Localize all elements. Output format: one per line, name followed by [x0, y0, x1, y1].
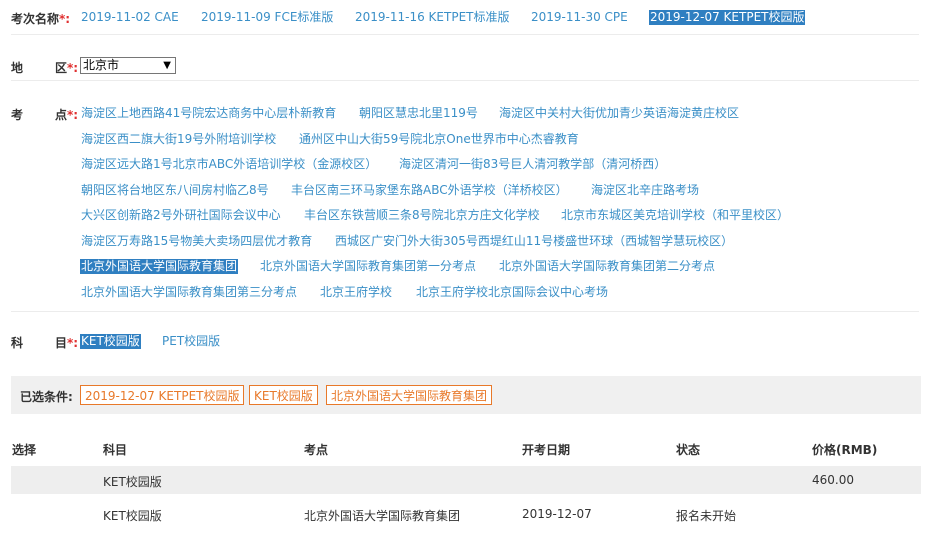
table-header-status: 状态: [676, 443, 701, 457]
table-header-price: 价格(RMB): [812, 443, 878, 457]
venue-label-b: 点: [55, 108, 68, 122]
venue-option[interactable]: 海淀区北辛庄路考场: [591, 183, 699, 198]
exam-option-cpe[interactable]: 2019-11-30 CPE: [531, 10, 628, 25]
exam-session-label-text: 考次名称: [11, 12, 60, 26]
table-header-date: 开考日期: [522, 443, 571, 457]
required-mark: *:: [67, 61, 79, 75]
venue-label-a: 考: [11, 108, 24, 122]
exam-option-ketpet-school[interactable]: 2019-12-07 KETPET校园版: [649, 10, 806, 25]
venue-label: 考 点*:: [11, 106, 78, 123]
venue-option[interactable]: 丰台区东铁营顺三条8号院北京方庄文化学校: [304, 208, 540, 223]
selected-conditions-label: 已选条件:: [20, 390, 73, 404]
region-select-value: 北京市: [83, 58, 120, 72]
exam-option-cae[interactable]: 2019-11-02 CAE: [81, 10, 179, 25]
region-label-a: 地: [11, 61, 24, 75]
venue-option[interactable]: 海淀区西二旗大街19号外附培训学校: [81, 132, 276, 147]
venue-option[interactable]: 通州区中山大街59号院北京One世界市中心杰睿教育: [299, 132, 579, 147]
venue-option[interactable]: 北京王府学校: [320, 285, 392, 300]
region-select[interactable]: 北京市 ▼: [80, 57, 176, 74]
venue-option[interactable]: 北京外国语大学国际教育集团第一分考点: [260, 259, 476, 274]
region-label: 地 区*:: [11, 59, 78, 76]
venue-option[interactable]: 丰台区南三环马家堡东路ABC外语学校（洋桥校区）: [291, 183, 568, 198]
venue-option[interactable]: 海淀区中关村大街优加青少英语海淀黄庄校区: [499, 106, 739, 121]
venue-option[interactable]: 朝阳区将台地区东八间房村临乙8号: [81, 183, 269, 198]
condition-chip-venue[interactable]: 北京外国语大学国际教育集团: [326, 385, 493, 405]
table-header-venue: 考点: [304, 443, 329, 457]
condition-chip-exam[interactable]: 2019-12-07 KETPET校园版: [80, 385, 245, 405]
divider: [11, 311, 919, 312]
subject-label: 科 目*:: [11, 334, 78, 351]
required-mark: *:: [67, 108, 79, 122]
table-header-subject: 科目: [103, 443, 128, 457]
selected-conditions-bar: 已选条件: 2019-12-07 KETPET校园版 KET校园版 北京外国语大…: [11, 376, 921, 414]
exam-option-fce[interactable]: 2019-11-09 FCE标准版: [201, 10, 333, 25]
subject-option-ket[interactable]: KET校园版: [80, 334, 141, 349]
venue-option[interactable]: 大兴区创新路2号外研社国际会议中心: [81, 208, 281, 223]
venue-option[interactable]: 海淀区清河一街83号巨人清河教学部（清河桥西）: [399, 157, 666, 172]
venue-option[interactable]: 海淀区远大路1号北京市ABC外语培训学校（金源校区）: [81, 157, 377, 172]
table-cell-venue: 北京外国语大学国际教育集团: [304, 509, 461, 523]
divider: [11, 34, 919, 35]
required-mark: *:: [59, 12, 71, 26]
venue-option-selected[interactable]: 北京外国语大学国际教育集团: [80, 259, 239, 274]
table-cell-subject: KET校园版: [103, 475, 162, 489]
venue-option[interactable]: 西城区广安门外大街305号西堤红山11号楼盛世环球（西城智学慧玩校区）: [335, 234, 733, 249]
subject-option-pet[interactable]: PET校园版: [162, 334, 220, 349]
table-cell-subject: KET校园版: [103, 509, 162, 523]
divider: [11, 80, 919, 81]
exam-session-label: 考次名称*:: [11, 10, 70, 27]
dropdown-arrow-icon: ▼: [163, 60, 171, 71]
table-header-select: 选择: [12, 443, 37, 457]
table-cell-status: 报名未开始: [676, 509, 737, 523]
condition-chip-subject[interactable]: KET校园版: [249, 385, 318, 405]
exam-option-ketpet-standard[interactable]: 2019-11-16 KETPET标准版: [355, 10, 509, 25]
table-cell-price: 460.00: [812, 473, 854, 487]
venue-option[interactable]: 北京外国语大学国际教育集团第三分考点: [81, 285, 297, 300]
table-cell-date: 2019-12-07: [522, 507, 592, 521]
region-label-b: 区: [55, 61, 68, 75]
venue-option[interactable]: 海淀区万寿路15号物美大卖场四层优才教育: [81, 234, 312, 249]
venue-option[interactable]: 北京市东城区美克培训学校（和平里校区）: [561, 208, 789, 223]
venue-option[interactable]: 朝阳区慧忠北里119号: [359, 106, 478, 121]
venue-option[interactable]: 海淀区上地西路41号院宏达商务中心层朴新教育: [81, 106, 336, 121]
subject-label-a: 科: [11, 336, 24, 350]
subject-label-b: 目: [55, 336, 68, 350]
required-mark: *:: [67, 336, 79, 350]
venue-option[interactable]: 北京外国语大学国际教育集团第二分考点: [499, 259, 715, 274]
venue-option[interactable]: 北京王府学校北京国际会议中心考场: [416, 285, 608, 300]
